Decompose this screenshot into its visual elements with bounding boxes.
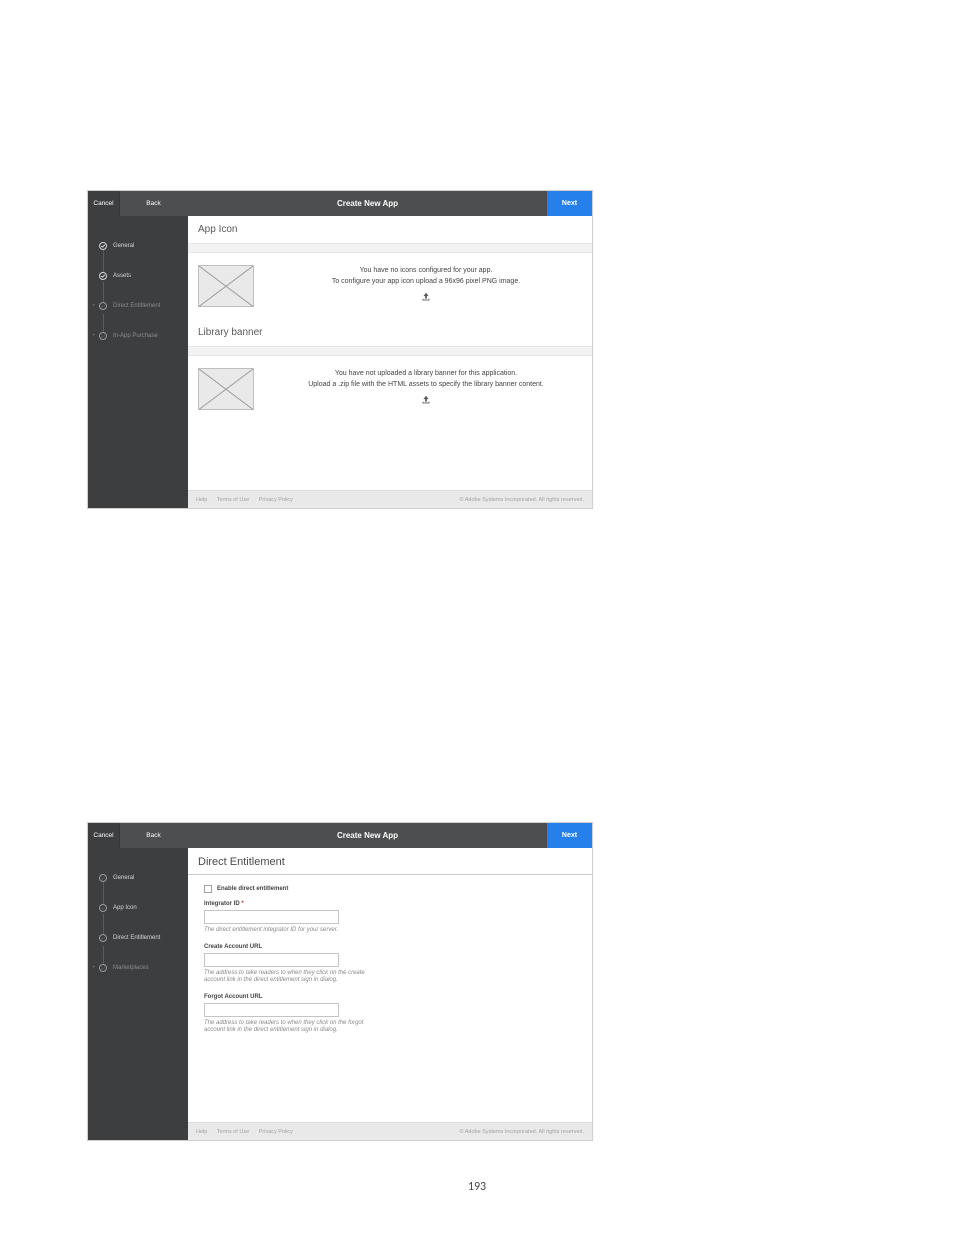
library-banner-row: You have not uploaded a library banner f…	[188, 356, 592, 422]
sidebar-step-marketplaces[interactable]: + Marketplaces	[88, 958, 188, 978]
field-label: Forgot Account URL	[204, 994, 262, 1000]
next-button[interactable]: Next	[547, 823, 592, 848]
wizard-topbar: Cancel Back Create New App Next	[88, 191, 592, 216]
screenshot-direct-entitlement: Cancel Back Create New App Next General …	[87, 822, 593, 1141]
back-button[interactable]: Back	[119, 191, 188, 216]
wizard-sidebar: General App Icon Direct Entitlement + Ma…	[88, 848, 188, 1140]
section-title-app-icon: App Icon	[188, 216, 592, 243]
footer-copyright: © Adobe Systems Incorporated. All rights…	[459, 497, 584, 503]
step-label: Assets	[113, 273, 131, 279]
required-indicator: *	[241, 901, 243, 907]
back-button[interactable]: Back	[119, 823, 188, 848]
step-label: General	[113, 243, 134, 249]
footer-terms-link[interactable]: Terms of Use	[217, 1129, 249, 1135]
sidebar-step-in-app-purchase[interactable]: + In-App Purchase	[88, 326, 188, 346]
check-icon	[99, 302, 107, 310]
sidebar-step-assets[interactable]: Assets	[88, 266, 188, 286]
library-banner-message: You have not uploaded a library banner f…	[270, 370, 582, 408]
sidebar-step-general[interactable]: General	[88, 868, 188, 888]
sidebar-step-direct-entitlement[interactable]: Direct Entitlement	[88, 928, 188, 948]
step-label: Direct Entitlement	[113, 935, 160, 941]
add-step-icon: +	[92, 333, 96, 339]
msg-line-2: Upload a .zip file with the HTML assets …	[270, 381, 582, 388]
checkbox[interactable]	[204, 885, 212, 893]
footer-help-link[interactable]: Help	[196, 1129, 207, 1135]
section-divider	[188, 243, 592, 253]
image-placeholder-icon	[198, 265, 254, 307]
check-icon	[99, 332, 107, 340]
footer: Help Terms of Use Privacy Policy © Adobe…	[188, 490, 592, 508]
direct-entitlement-form: Enable direct entitlement Integrator ID …	[188, 875, 592, 1038]
field-description: The address to take readers to when they…	[204, 1020, 384, 1035]
check-icon	[99, 272, 107, 280]
screenshot-assets: Cancel Back Create New App Next General …	[87, 190, 593, 509]
msg-line-1: You have no icons configured for your ap…	[270, 267, 582, 274]
enable-direct-entitlement-row[interactable]: Enable direct entitlement	[204, 885, 582, 893]
msg-line-2: To configure your app icon upload a 96x9…	[270, 278, 582, 285]
check-icon	[99, 904, 107, 912]
forgot-account-url-input[interactable]	[204, 1003, 339, 1017]
footer-copyright: © Adobe Systems Incorporated. All rights…	[459, 1129, 584, 1135]
step-label: Direct Entitlement	[113, 303, 160, 309]
cancel-button[interactable]: Cancel	[88, 823, 119, 848]
field-integrator-id: Integrator ID * The direct entitlement i…	[204, 901, 582, 935]
check-icon	[99, 964, 107, 972]
footer-privacy-link[interactable]: Privacy Policy	[259, 497, 293, 503]
step-label: Marketplaces	[113, 965, 149, 971]
checkbox-label: Enable direct entitlement	[217, 886, 288, 892]
cancel-button[interactable]: Cancel	[88, 191, 119, 216]
image-placeholder-icon	[198, 368, 254, 410]
check-icon	[99, 934, 107, 942]
section-title-direct-entitlement: Direct Entitlement	[188, 848, 592, 874]
wizard-main: Direct Entitlement Enable direct entitle…	[188, 848, 592, 1140]
app-icon-row: You have no icons configured for your ap…	[188, 253, 592, 319]
footer-privacy-link[interactable]: Privacy Policy	[259, 1129, 293, 1135]
wizard-sidebar: General Assets + Direct Entitlement + In…	[88, 216, 188, 508]
field-create-account-url: Create Account URL The address to take r…	[204, 944, 582, 985]
step-label: App Icon	[113, 905, 137, 911]
check-icon	[99, 242, 107, 250]
footer-terms-link[interactable]: Terms of Use	[217, 497, 249, 503]
step-label: General	[113, 875, 134, 881]
wizard-title: Create New App	[188, 823, 547, 848]
field-description: The direct entitlement integrator ID for…	[204, 927, 384, 935]
msg-line-1: You have not uploaded a library banner f…	[270, 370, 582, 377]
step-label: In-App Purchase	[113, 333, 158, 339]
sidebar-step-app-icon[interactable]: App Icon	[88, 898, 188, 918]
field-description: The address to take readers to when they…	[204, 970, 384, 985]
add-step-icon: +	[92, 303, 96, 309]
app-icon-message: You have no icons configured for your ap…	[270, 267, 582, 305]
field-forgot-account-url: Forgot Account URL The address to take r…	[204, 994, 582, 1035]
section-title-library-banner: Library banner	[188, 319, 592, 346]
upload-icon[interactable]	[420, 291, 432, 305]
next-button[interactable]: Next	[547, 191, 592, 216]
page-number: 193	[0, 1180, 954, 1194]
sidebar-step-general[interactable]: General	[88, 236, 188, 256]
wizard-topbar: Cancel Back Create New App Next	[88, 823, 592, 848]
create-account-url-input[interactable]	[204, 953, 339, 967]
field-label: Create Account URL	[204, 944, 262, 950]
footer: Help Terms of Use Privacy Policy © Adobe…	[188, 1122, 592, 1140]
footer-help-link[interactable]: Help	[196, 497, 207, 503]
wizard-title: Create New App	[188, 191, 547, 216]
wizard-main: App Icon You have no icons configured fo…	[188, 216, 592, 508]
sidebar-step-direct-entitlement[interactable]: + Direct Entitlement	[88, 296, 188, 316]
field-label: Integrator ID	[204, 901, 240, 907]
section-divider	[188, 346, 592, 356]
integrator-id-input[interactable]	[204, 910, 339, 924]
upload-icon[interactable]	[420, 394, 432, 408]
check-icon	[99, 874, 107, 882]
add-step-icon: +	[92, 965, 96, 971]
